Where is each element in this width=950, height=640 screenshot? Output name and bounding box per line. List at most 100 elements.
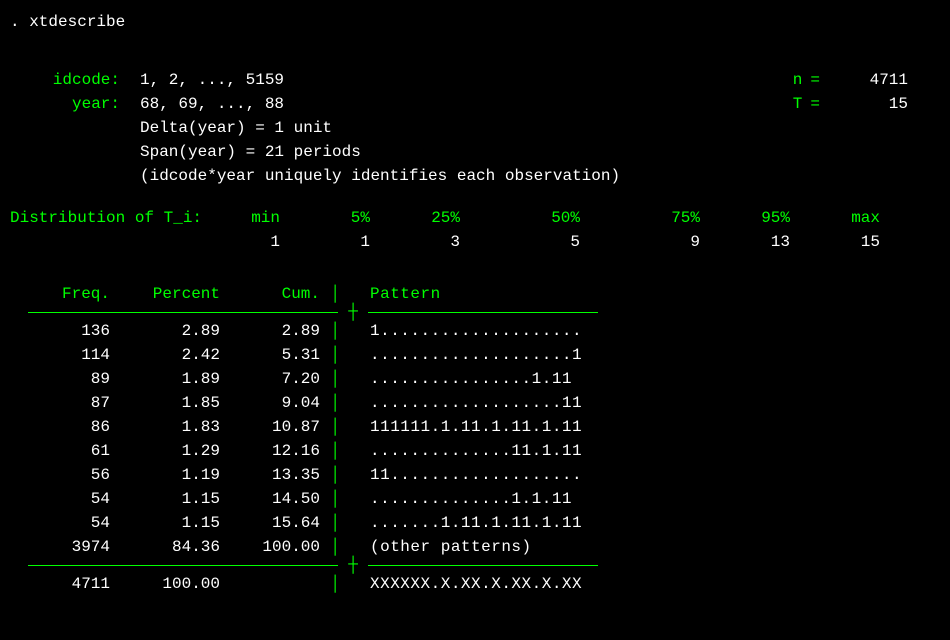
table-rule-top: ┼ (10, 312, 940, 313)
total-freq: 4711 (10, 572, 110, 596)
cell-pct: 1.83 (110, 415, 220, 439)
cell-cum: 2.89 (220, 319, 320, 343)
dist-v-p25: 3 (370, 230, 460, 254)
dist-h-p25: 25% (370, 206, 460, 230)
table-row: 611.2912.16│..............11.1.11 (10, 439, 940, 463)
cell-freq: 56 (10, 463, 110, 487)
cell-cum: 5.31 (220, 343, 320, 367)
table-row: 891.897.20│................1.11 (10, 367, 940, 391)
table-row: 1362.892.89│1.................... (10, 319, 940, 343)
table-row: 1142.425.31│....................1 (10, 343, 940, 367)
col-divider-icon: │ (320, 415, 350, 439)
total-pct: 100.00 (110, 572, 220, 596)
table-row: 541.1515.64│.......1.11.1.11.1.11 (10, 511, 940, 535)
cell-freq: 61 (10, 439, 110, 463)
dist-h-max: max (790, 206, 880, 230)
cell-freq: 3974 (10, 535, 110, 559)
table-row: 397484.36100.00│(other patterns) (10, 535, 940, 559)
dist-v-max: 15 (790, 230, 880, 254)
th-cum: Cum. (220, 282, 320, 306)
dist-h-p95: 95% (700, 206, 790, 230)
year-range: 68, 69, ..., 88 (120, 92, 284, 116)
dist-h-min: min (220, 206, 280, 230)
cell-freq: 86 (10, 415, 110, 439)
table-row: 871.859.04│...................11 (10, 391, 940, 415)
T-value: 15 (828, 92, 940, 116)
cell-pattern: ................1.11 (350, 367, 572, 391)
cell-freq: 136 (10, 319, 110, 343)
cell-cum: 100.00 (220, 535, 320, 559)
col-divider-icon: │ (320, 439, 350, 463)
T-equals: = (802, 92, 828, 116)
table-header-row: Freq. Percent Cum. │ Pattern (10, 282, 940, 306)
dist-v-p75: 9 (580, 230, 700, 254)
cell-freq: 54 (10, 487, 110, 511)
T-label: T (742, 92, 802, 116)
cell-pattern: 111111.1.11.1.11.1.11 (350, 415, 582, 439)
dist-h-p5: 5% (280, 206, 370, 230)
cell-pct: 1.15 (110, 511, 220, 535)
unique-note: (idcode*year uniquely identifies each ob… (10, 164, 940, 188)
cell-freq: 114 (10, 343, 110, 367)
dist-v-p50: 5 (460, 230, 580, 254)
table-row: 861.8310.87│111111.1.11.1.11.1.11 (10, 415, 940, 439)
table-rule-bottom: ┼ (10, 565, 940, 566)
cell-cum: 7.20 (220, 367, 320, 391)
cell-cum: 12.16 (220, 439, 320, 463)
cell-pct: 1.19 (110, 463, 220, 487)
distribution-values: 1 1 3 5 9 13 15 (10, 230, 940, 254)
th-pct: Percent (110, 282, 220, 306)
col-divider-icon: │ (320, 367, 350, 391)
total-pattern: XXXXXX.X.XX.X.XX.X.XX (350, 572, 582, 596)
col-divider-icon: │ (320, 391, 350, 415)
cell-freq: 54 (10, 511, 110, 535)
cell-cum: 15.64 (220, 511, 320, 535)
col-divider-icon: │ (320, 463, 350, 487)
cell-cum: 13.35 (220, 463, 320, 487)
cell-cum: 14.50 (220, 487, 320, 511)
dist-label: Distribution of T_i: (10, 206, 220, 230)
cell-freq: 89 (10, 367, 110, 391)
cell-pct: 1.29 (110, 439, 220, 463)
cell-pattern: ...................11 (350, 391, 582, 415)
col-divider-icon: │ (320, 343, 350, 367)
cell-pattern: ....................1 (350, 343, 582, 367)
cell-pct: 1.15 (110, 487, 220, 511)
col-divider-icon: │ (320, 511, 350, 535)
cell-cum: 10.87 (220, 415, 320, 439)
cell-pattern: (other patterns) (350, 535, 532, 559)
n-value: 4711 (828, 68, 940, 92)
pattern-table: Freq. Percent Cum. │ Pattern ┼ 1362.892.… (10, 282, 940, 596)
cell-pct: 2.89 (110, 319, 220, 343)
idcode-label: idcode: (10, 68, 120, 92)
cell-pct: 2.42 (110, 343, 220, 367)
distribution-header: Distribution of T_i: min 5% 25% 50% 75% … (10, 206, 940, 230)
cell-pct: 1.85 (110, 391, 220, 415)
dist-v-min: 1 (220, 230, 280, 254)
col-divider-icon: │ (320, 487, 350, 511)
cell-pattern: ..............1.1.11 (350, 487, 572, 511)
table-row: 561.1913.35│11................... (10, 463, 940, 487)
year-line: year: 68, 69, ..., 88 T = 15 (10, 92, 940, 116)
delta-note: Delta(year) = 1 unit (10, 116, 940, 140)
cell-pattern: .......1.11.1.11.1.11 (350, 511, 582, 535)
th-freq: Freq. (10, 282, 110, 306)
cell-pct: 84.36 (110, 535, 220, 559)
n-label: n (742, 68, 802, 92)
idcode-range: 1, 2, ..., 5159 (120, 68, 284, 92)
cell-pattern: ..............11.1.11 (350, 439, 582, 463)
table-total-row: 4711 100.00 │ XXXXXX.X.XX.X.XX.X.XX (10, 572, 940, 596)
cell-freq: 87 (10, 391, 110, 415)
cell-pct: 1.89 (110, 367, 220, 391)
command-prompt: . xtdescribe (10, 10, 940, 34)
n-equals: = (802, 68, 828, 92)
dist-h-p50: 50% (460, 206, 580, 230)
year-label: year: (10, 92, 120, 116)
table-row: 541.1514.50│..............1.1.11 (10, 487, 940, 511)
cell-pattern: 11................... (350, 463, 582, 487)
dist-h-p75: 75% (580, 206, 700, 230)
dist-v-p5: 1 (280, 230, 370, 254)
cell-cum: 9.04 (220, 391, 320, 415)
cell-pattern: 1.................... (350, 319, 582, 343)
span-note: Span(year) = 21 periods (10, 140, 940, 164)
